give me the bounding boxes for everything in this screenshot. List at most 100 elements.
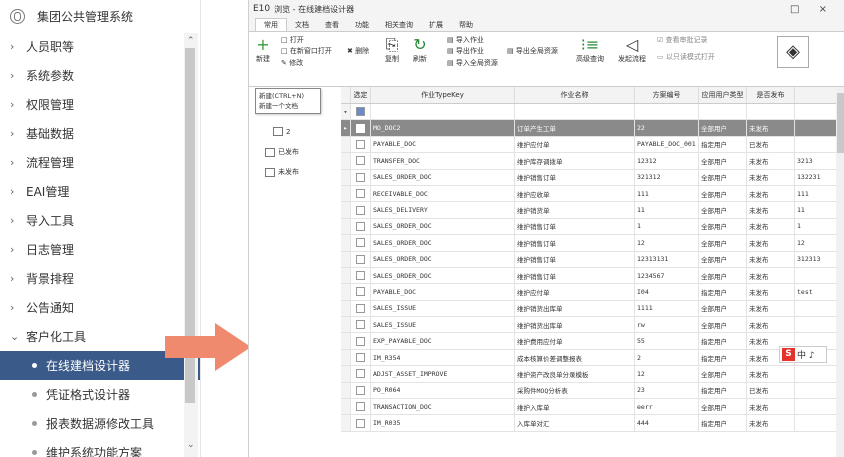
row-checkbox[interactable] <box>356 156 365 166</box>
row-checkbox[interactable] <box>356 385 365 395</box>
row-checkbox[interactable] <box>356 402 365 412</box>
row-checkbox[interactable] <box>356 271 365 281</box>
row-checkbox[interactable] <box>356 418 365 428</box>
table-row[interactable]: IM_R354 成本核算价差调整报表 2 指定用户 未发布 <box>341 349 842 367</box>
filter-cell[interactable] <box>370 103 515 121</box>
view-approval-button[interactable]: ☑ 查看审批记录 <box>657 35 708 45</box>
nav-item[interactable]: › 日志管理 <box>0 235 200 264</box>
nav-subitem[interactable]: 报表数据源修改工具 <box>0 409 200 438</box>
nav-item[interactable]: › 权限管理 <box>0 90 200 119</box>
row-checkbox[interactable] <box>356 336 365 346</box>
column-header[interactable]: 应用用户类型 <box>698 87 747 104</box>
column-header[interactable] <box>794 87 837 104</box>
send-flow-button[interactable]: ◁ 发起流程 <box>617 36 647 64</box>
table-row[interactable]: SALES_ORDER_DOC 维护销售订单 12 全部用户 未发布 12 <box>341 234 842 252</box>
column-header[interactable]: 作业名称 <box>514 87 635 104</box>
ime-toolbar[interactable]: S 中 ♪ <box>779 346 827 363</box>
nav-subitem[interactable]: 凭证格式设计器 <box>0 380 200 409</box>
select-cell[interactable] <box>350 382 371 400</box>
grid-scrollbar-thumb[interactable] <box>837 93 844 153</box>
row-checkbox[interactable] <box>356 123 365 133</box>
select-cell[interactable] <box>350 398 371 416</box>
nav-item[interactable]: › 基础数据 <box>0 119 200 148</box>
nav-item[interactable]: › 人员职等 <box>0 32 200 61</box>
table-row[interactable]: SALES_ORDER_DOC 维护销售订单 321312 全部用户 未发布 132231 <box>341 169 842 186</box>
table-row[interactable]: TRANSACTION_DOC 维护入库单 eerr 全部用户 未发布 <box>341 398 842 416</box>
select-cell[interactable] <box>350 300 371 318</box>
menu-item[interactable]: 常用 <box>255 18 287 31</box>
select-cell[interactable] <box>350 267 371 285</box>
table-row[interactable]: IM_R035 入库单对汇 444 指定用户 未发布 <box>341 414 842 432</box>
row-checkbox[interactable] <box>356 369 365 379</box>
open-readonly-button[interactable]: ▭ 以只读模式打开 <box>657 52 715 62</box>
filter-cell[interactable] <box>514 103 635 121</box>
edit-button[interactable]: ✎ 修改 <box>281 58 303 68</box>
column-header[interactable]: 作业TypeKey <box>370 87 515 104</box>
table-row[interactable]: PAYABLE_DOC 维护应付单 PAYABLE_DOC_001 指定用户 已发布 <box>341 136 842 154</box>
filter-cell[interactable] <box>794 103 837 121</box>
table-row[interactable]: PO_R064 采购件MOQ分析表 23 指定用户 已发布 <box>341 382 842 400</box>
nav-header[interactable]: 集团公共管理系统 <box>0 0 200 32</box>
advanced-query-button[interactable]: ⁝≡ 高级查询 <box>575 36 605 64</box>
filter-cell[interactable] <box>698 103 747 121</box>
select-cell[interactable] <box>350 283 371 301</box>
export-all-button[interactable]: ▤ 导出全局资源 <box>507 46 558 56</box>
nav-item[interactable]: › 公告通知 <box>0 293 200 322</box>
menu-item[interactable]: 扩展 <box>421 19 451 31</box>
tree-node[interactable]: 2 <box>273 127 290 136</box>
delete-button[interactable]: ✖ 删除 <box>347 46 369 56</box>
import-job-button[interactable]: ▤ 导入作业 <box>447 35 484 45</box>
tree-node-published[interactable]: 已发布 <box>265 147 299 157</box>
window-controls[interactable]: □ × <box>790 4 835 15</box>
open-new-window-button[interactable]: □ 在新窗口打开 <box>281 46 332 56</box>
row-checkbox[interactable] <box>356 221 365 231</box>
export-job-button[interactable]: ▤ 导出作业 <box>447 46 484 56</box>
row-checkbox[interactable] <box>356 205 365 215</box>
row-checkbox[interactable] <box>356 287 365 297</box>
select-cell[interactable] <box>350 316 371 334</box>
column-header[interactable]: 方案编号 <box>634 87 699 104</box>
select-cell[interactable] <box>350 185 371 203</box>
select-all-checkbox[interactable] <box>350 103 371 121</box>
filter-cell[interactable] <box>746 103 795 121</box>
nav-item[interactable]: › 背景排程 <box>0 264 200 293</box>
new-button[interactable]: + 新建 <box>253 36 273 64</box>
table-row[interactable]: ADJST_ASSET_IMPROVE 维护资产改良单分录模板 12 全部用户 未发布 <box>341 365 842 383</box>
select-cell[interactable] <box>350 136 371 154</box>
menu-item[interactable]: 文档 <box>287 19 317 31</box>
scroll-up-icon[interactable]: ⌃ <box>187 36 195 46</box>
table-row[interactable]: SALES_ISSUE 维护销货出库单 rw 全部用户 未发布 <box>341 316 842 334</box>
select-cell[interactable] <box>350 365 371 383</box>
row-checkbox[interactable] <box>356 172 365 182</box>
open-button[interactable]: □ 打开 <box>281 35 304 45</box>
table-row[interactable]: ▸ MO_DOC2 订单产生工单 22 全部用户 未发布 <box>341 119 842 137</box>
nav-subitem[interactable]: 维护系统功能方案 <box>0 438 200 457</box>
nav-item[interactable]: › 系统参数 <box>0 61 200 90</box>
select-cell[interactable] <box>350 119 371 137</box>
select-cell[interactable] <box>350 349 371 367</box>
select-cell[interactable] <box>350 201 371 219</box>
table-row[interactable]: SALES_ISSUE 维护销货出库单 1111 全部用户 未发布 <box>341 300 842 318</box>
row-checkbox[interactable] <box>356 139 365 149</box>
row-checkbox[interactable] <box>356 303 365 313</box>
table-row[interactable]: RECEIVABLE_DOC 维护应收单 111 全部用户 未发布 111 <box>341 185 842 203</box>
select-cell[interactable] <box>350 251 371 268</box>
row-checkbox[interactable] <box>356 320 365 330</box>
select-cell[interactable] <box>350 332 371 350</box>
import-all-button[interactable]: ▤ 导入全局资源 <box>447 58 498 68</box>
table-row[interactable]: SALES_ORDER_DOC 维护销售订单 12313131 全部用户 未发布 3123… <box>341 251 842 268</box>
filter-cell[interactable] <box>634 103 699 121</box>
select-cell[interactable] <box>350 234 371 252</box>
column-header[interactable]: 是否发布 <box>746 87 795 104</box>
table-row[interactable]: SALES_ORDER_DOC 维护销售订单 1234567 全部用户 未发布 <box>341 267 842 285</box>
nav-item[interactable]: › EAI管理 <box>0 177 200 206</box>
select-cell[interactable] <box>350 169 371 186</box>
layers-button[interactable]: ◈ <box>777 36 809 68</box>
table-row[interactable]: SALES_DELIVERY 维护销货单 11 全部用户 未发布 11 <box>341 201 842 219</box>
table-row[interactable]: PAYABLE_DOC 维护应付单 I04 指定用户 未发布 test <box>341 283 842 301</box>
tree-node-unpublished[interactable]: 未发布 <box>265 167 299 177</box>
nav-item[interactable]: › 导入工具 <box>0 206 200 235</box>
copy-button[interactable]: ⎘ 复制 <box>383 36 401 64</box>
row-checkbox[interactable] <box>356 254 365 264</box>
table-row[interactable]: EXP_PAYABLE_DOC 维护费用应付单 55 指定用户 未发布 <box>341 332 842 350</box>
